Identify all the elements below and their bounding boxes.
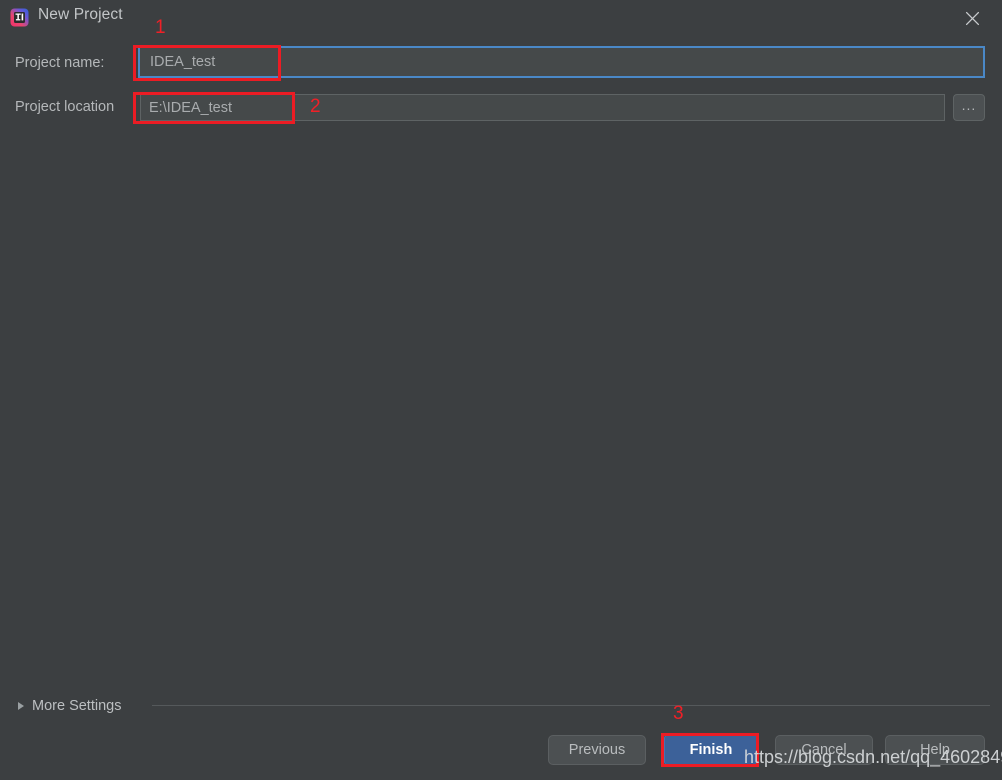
- previous-button[interactable]: Previous: [548, 735, 646, 765]
- section-divider: [152, 705, 990, 706]
- project-location-input[interactable]: E:\IDEA_test: [140, 94, 945, 121]
- close-icon[interactable]: [950, 5, 994, 31]
- cancel-button[interactable]: Cancel: [775, 735, 873, 765]
- finish-button[interactable]: Finish: [664, 735, 758, 765]
- project-name-input[interactable]: IDEA_test: [138, 46, 985, 78]
- chevron-right-icon: [18, 702, 24, 710]
- dialog-titlebar: New Project: [0, 0, 1002, 36]
- help-button[interactable]: Help: [885, 735, 985, 765]
- new-project-dialog: New Project Project name: IDEA_test Proj…: [0, 0, 1002, 780]
- more-settings-toggle[interactable]: More Settings: [18, 695, 121, 717]
- dialog-title: New Project: [38, 6, 123, 23]
- more-settings-row: More Settings: [0, 695, 1002, 719]
- intellij-idea-icon: [10, 8, 29, 27]
- ellipsis-icon: ...: [961, 97, 977, 113]
- project-name-label: Project name:: [15, 55, 105, 71]
- project-name-value: IDEA_test: [150, 54, 216, 70]
- more-settings-label: More Settings: [32, 698, 122, 714]
- browse-folder-button[interactable]: ...: [953, 94, 985, 121]
- project-location-value: E:\IDEA_test: [149, 99, 233, 116]
- project-location-label: Project location: [15, 99, 115, 115]
